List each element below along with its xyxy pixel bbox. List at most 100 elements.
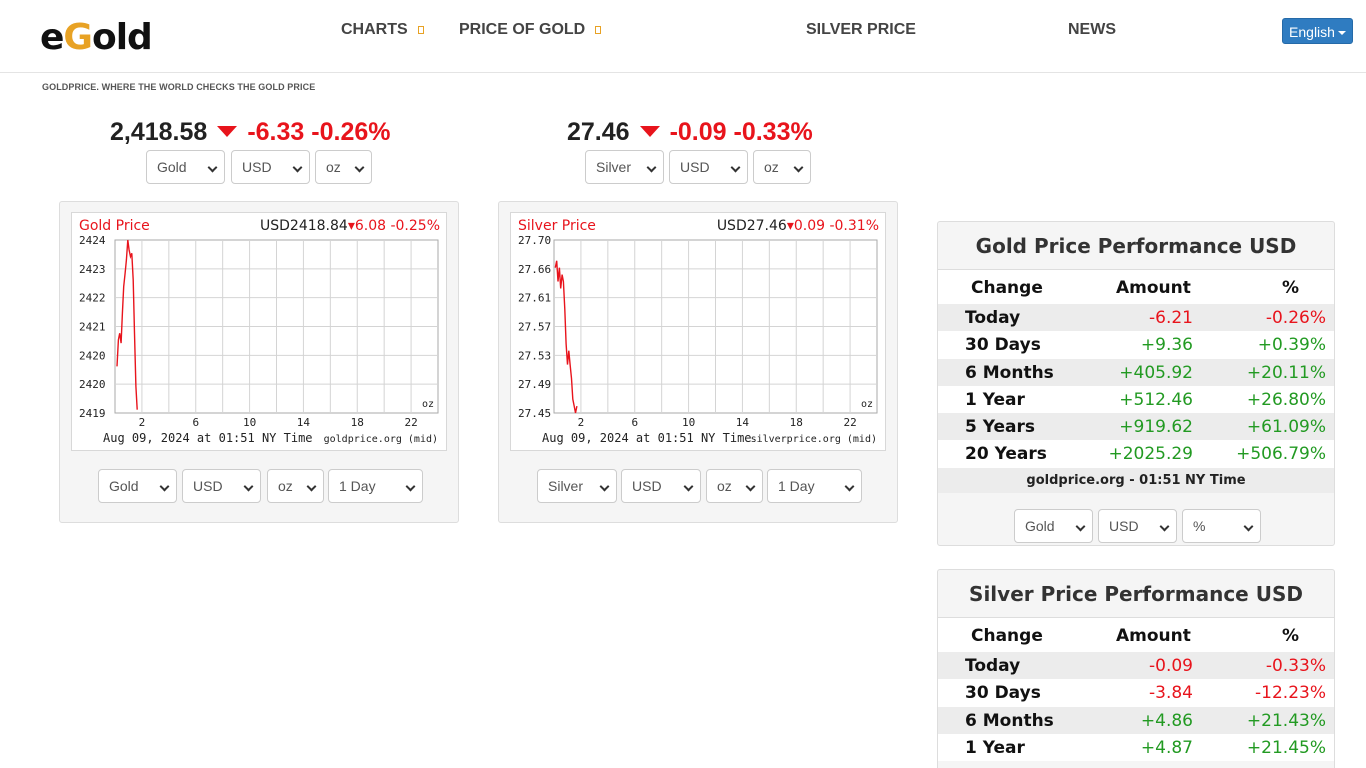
silver-chart-svg: Silver Price USD27.46▾0.09 -0.31% 27.70 27.… <box>518 218 879 445</box>
tagline: GOLDPRICE. WHERE THE WORLD CHECKS THE GO… <box>42 82 316 92</box>
gold-performance-title: Gold Price Performance USD <box>938 222 1334 270</box>
select-value: 1 Day <box>339 478 376 494</box>
chevron-down-icon <box>405 481 416 492</box>
header-value: USD27.46 <box>717 218 787 234</box>
unit-label: oz <box>861 399 873 410</box>
silver-chart-range-select[interactable]: 1 Day <box>767 469 862 503</box>
gold-currency-select[interactable]: USD <box>231 150 310 184</box>
gold-change-percent: -0.26% <box>311 118 391 146</box>
nav-news-label: NEWS <box>1068 21 1116 38</box>
y-tick-label: 2423 <box>79 263 106 276</box>
header-change: Change <box>971 278 1043 298</box>
gold-performance-table: Change Amount % Today -6.21 -0.26% 30 Days +… <box>938 270 1334 468</box>
silver-chart-metal-select[interactable]: Silver <box>537 469 617 503</box>
chart-header-quote: USD27.46▾0.09 -0.31% <box>717 218 879 234</box>
row-amount: +2025.29 <box>1108 444 1193 465</box>
table-row: 6 Months +4.86 +21.43% <box>938 706 1334 734</box>
nav-price-of-gold-label: PRICE OF GOLD <box>459 21 586 38</box>
x-tick-label: 18 <box>351 416 364 429</box>
table-row: 20 Years +2025.29 +506.79% <box>938 440 1334 467</box>
silver-unit-select[interactable]: oz <box>753 150 811 184</box>
select-value: oz <box>764 159 779 175</box>
header-percent: % <box>1281 626 1299 646</box>
silver-chart-currency-select[interactable]: USD <box>621 469 701 503</box>
row-period: 6 Months <box>965 710 1054 731</box>
table-row: 30 Days -3.84 -12.23% <box>938 679 1334 706</box>
table-row: 6 Months +405.92 +20.11% <box>938 358 1334 386</box>
row-period: Today <box>965 308 1021 328</box>
table-header: Change Amount % <box>938 618 1334 652</box>
row-amount: -3.84 <box>1149 683 1193 704</box>
nav-news[interactable]: NEWS <box>1068 20 1116 40</box>
nav-price-of-gold[interactable]: PRICE OF GOLD <box>459 20 602 40</box>
row-percent: -0.33% <box>1265 656 1326 676</box>
gold-chart-range-select[interactable]: 1 Day <box>328 469 423 503</box>
silver-change-percent: -0.33% <box>733 118 813 146</box>
silver-change: -0.09 <box>669 118 727 146</box>
silver-chart-unit-select[interactable]: oz <box>706 469 763 503</box>
nav-silver-price[interactable]: SILVER PRICE <box>806 20 916 40</box>
row-amount: +512.46 <box>1119 389 1193 410</box>
dropdown-icon <box>417 25 424 34</box>
nav-charts-label: CHARTS <box>341 21 408 38</box>
silver-chart[interactable]: Silver Price USD27.46▾0.09 -0.31% 27.70 27.… <box>510 212 886 451</box>
select-value: Gold <box>157 159 187 175</box>
gold-spot-price: 2,418.58 <box>110 118 208 146</box>
header-percent: % <box>1281 278 1299 298</box>
language-button[interactable]: English <box>1282 18 1353 44</box>
row-amount: -0.09 <box>1149 656 1193 676</box>
chevron-down-icon <box>730 162 741 173</box>
row-percent: -0.26% <box>1265 308 1326 328</box>
logo-rest: old <box>91 17 153 58</box>
gold-chart-unit-select[interactable]: oz <box>267 469 324 503</box>
gold-performance-panel: Gold Price Performance USD Change Amount… <box>937 221 1335 546</box>
y-tick-label: 2419 <box>79 407 106 420</box>
row-percent: -12.23% <box>1255 683 1326 704</box>
row-period: 20 Years <box>965 444 1047 465</box>
silver-currency-select[interactable]: USD <box>669 150 748 184</box>
gold-chart-metal-select[interactable]: Gold <box>98 469 177 503</box>
select-value: USD <box>193 478 223 494</box>
perf-metal-select[interactable]: Gold <box>1014 508 1093 543</box>
egold-logo[interactable]: eGold <box>40 17 153 58</box>
gold-metal-select[interactable]: Gold <box>146 150 225 184</box>
unit-label: oz <box>422 399 434 410</box>
table-row: 30 Days +9.36 +0.39% <box>938 331 1334 358</box>
row-amount: +9.36 <box>1140 335 1193 356</box>
row-percent: +21.45% <box>1246 737 1326 758</box>
y-tick-label: 2422 <box>79 292 106 305</box>
x-tick-label: 14 <box>297 416 311 429</box>
row-percent: +506.79% <box>1236 444 1326 465</box>
header-value: USD2418.84 <box>260 218 348 234</box>
row-amount: -6.21 <box>1149 308 1193 328</box>
header-change: ▾0.09 <box>787 218 825 234</box>
row-period: 6 Months <box>965 362 1054 383</box>
chart-timestamp: Aug 09, 2024 at 01:51 NY Time <box>103 431 313 445</box>
nav-charts[interactable]: CHARTS <box>341 20 424 40</box>
header-amount: Amount <box>1116 626 1191 646</box>
perf-currency-select[interactable]: USD <box>1098 508 1177 543</box>
site-header: eGold CHARTS PRICE OF GOLD SILVER PRICE … <box>0 0 1366 73</box>
silver-performance-table: Change Amount % Today -0.09 -0.33% 30 Days -… <box>938 618 1334 762</box>
y-tick-label: 27.49 <box>518 378 551 391</box>
y-tick-label: 27.70 <box>518 234 551 247</box>
x-tick-label: 2 <box>139 416 146 429</box>
chevron-down-icon <box>683 481 694 492</box>
row-period: 1 Year <box>965 737 1025 758</box>
gold-chart[interactable]: Gold Price USD2418.84▾6.08 -0.25% 2424 2423… <box>71 212 447 451</box>
select-value: Silver <box>596 159 632 175</box>
chart-title: Gold Price <box>79 218 150 234</box>
row-percent: +0.39% <box>1257 335 1326 356</box>
y-tick-label: 2420 <box>79 349 106 362</box>
gold-unit-select[interactable]: oz <box>315 150 372 184</box>
silver-chart-panel: Silver Price USD27.46▾0.09 -0.31% 27.70 27.… <box>498 201 898 523</box>
x-tick-label: 2 <box>578 416 585 429</box>
x-tick-label: 6 <box>192 416 199 429</box>
y-tick-label: 27.57 <box>518 321 551 334</box>
y-tick-label: 27.61 <box>518 292 551 305</box>
perf-unit-select[interactable]: % <box>1182 508 1261 543</box>
x-tick-label: 22 <box>843 416 856 429</box>
chart-title: Silver Price <box>518 218 596 234</box>
silver-metal-select[interactable]: Silver <box>585 150 664 184</box>
gold-chart-currency-select[interactable]: USD <box>182 469 261 503</box>
